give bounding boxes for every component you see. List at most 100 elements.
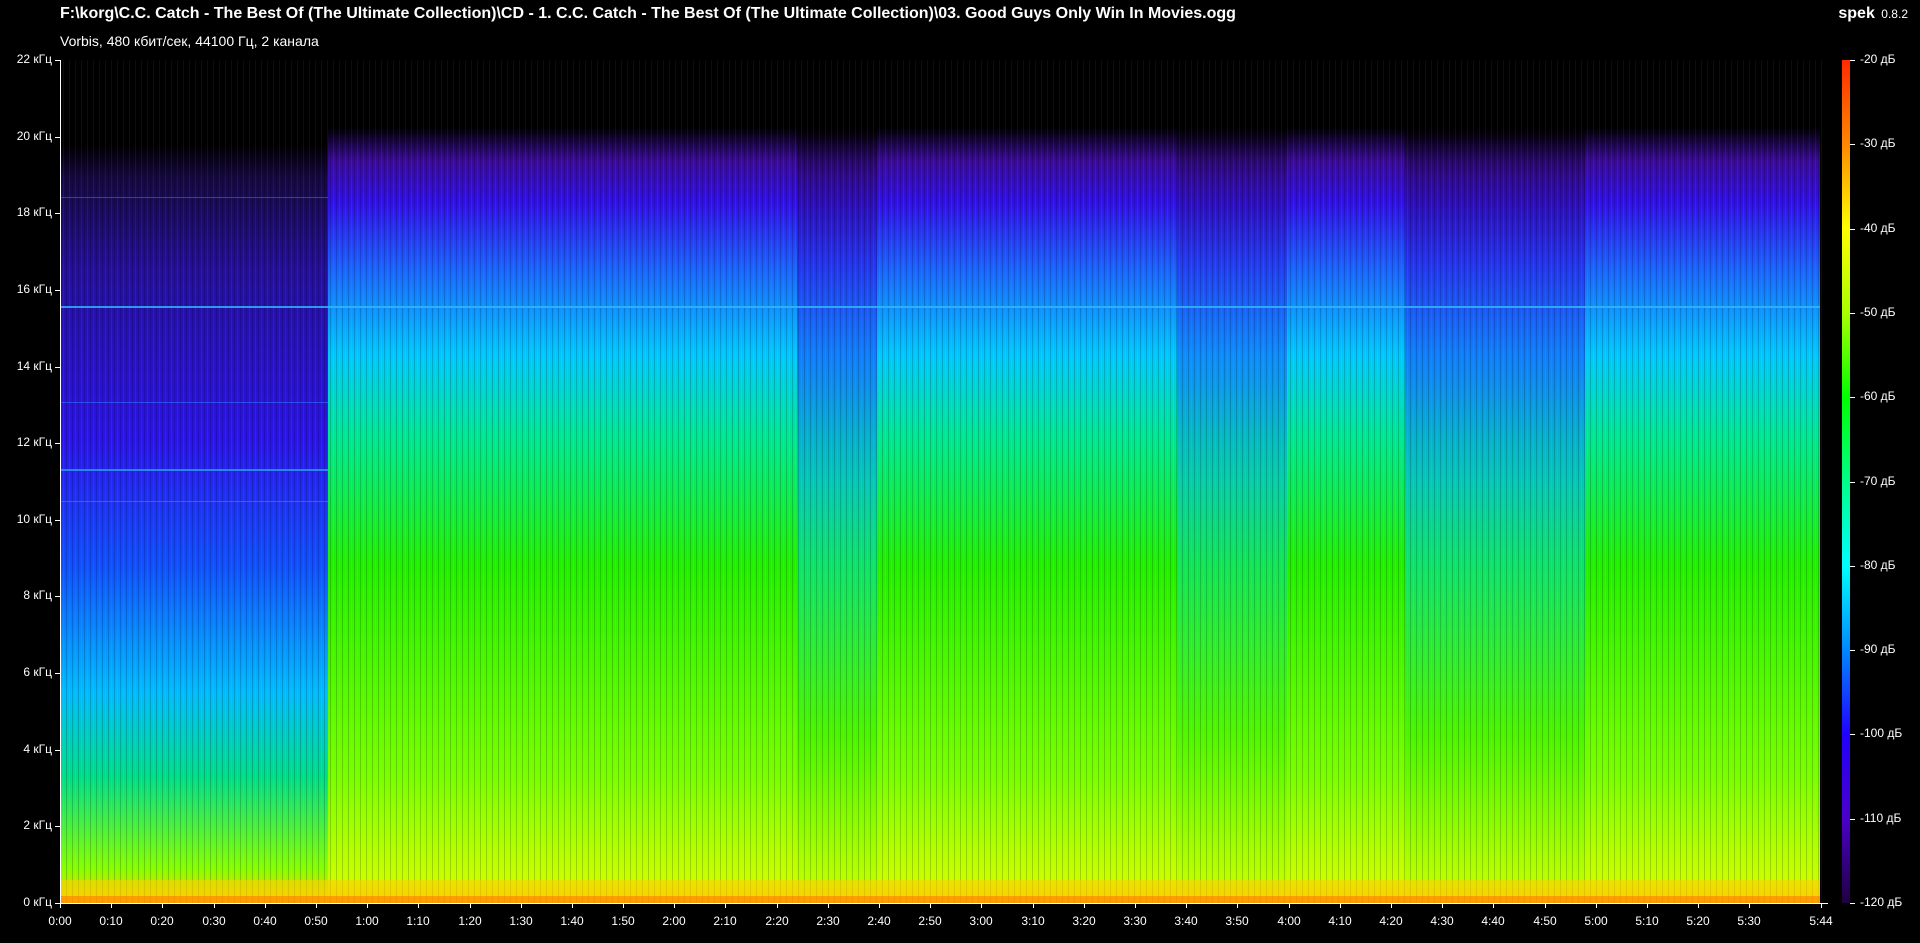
frequency-tick-label: 22 кГц: [16, 52, 52, 66]
frequency-tick-label: 14 кГц: [16, 359, 52, 373]
time-tick-mark: [1186, 903, 1187, 908]
time-tick-mark: [1391, 903, 1392, 908]
db-tick-label: -90 дБ: [1860, 642, 1896, 656]
db-tick-mark: [1850, 144, 1855, 145]
time-tick-mark: [1821, 903, 1822, 908]
frequency-tick-mark: [55, 750, 60, 751]
time-tick-mark: [572, 903, 573, 908]
time-tick-label: 0:40: [253, 914, 277, 928]
time-tick-mark: [1647, 903, 1648, 908]
time-tick-mark: [1698, 903, 1699, 908]
time-tick-label: 1:10: [406, 914, 430, 928]
app-name: spek: [1838, 5, 1875, 22]
db-tick-label: -120 дБ: [1860, 895, 1903, 909]
time-tick-mark: [1135, 903, 1136, 908]
time-tick-mark: [265, 903, 266, 908]
db-colorbar: [1842, 60, 1850, 903]
db-tick-label: -110 дБ: [1860, 811, 1902, 825]
time-tick-mark: [214, 903, 215, 908]
time-tick-mark: [1596, 903, 1597, 908]
frequency-tick-mark: [55, 826, 60, 827]
time-tick-label: 2:30: [816, 914, 840, 928]
time-tick-mark: [623, 903, 624, 908]
app-brand: spek 0.8.2: [1838, 5, 1908, 23]
time-tick-mark: [111, 903, 112, 908]
spectrogram-image: [60, 60, 1827, 903]
time-tick-mark: [981, 903, 982, 908]
time-tick-label: 5:10: [1635, 914, 1659, 928]
time-tick-label: 1:00: [355, 914, 379, 928]
time-tick-mark: [316, 903, 317, 908]
time-tick-mark: [1237, 903, 1238, 908]
time-tick-label: 3:20: [1072, 914, 1096, 928]
time-tick-label: 4:50: [1533, 914, 1557, 928]
db-tick-label: -50 дБ: [1860, 305, 1896, 319]
app-version: 0.8.2: [1881, 7, 1908, 21]
time-tick-label: 2:20: [765, 914, 789, 928]
time-tick-label: 2:00: [662, 914, 686, 928]
time-tick-label: 0:50: [304, 914, 328, 928]
time-tick-label: 0:20: [150, 914, 174, 928]
file-path-title: F:\korg\C.C. Catch - The Best Of (The Ul…: [60, 5, 1236, 22]
db-tick-label: -70 дБ: [1860, 474, 1896, 488]
db-tick-label: -30 дБ: [1860, 136, 1896, 150]
time-tick-label: 1:20: [458, 914, 482, 928]
time-tick-mark: [162, 903, 163, 908]
time-tick-mark: [1084, 903, 1085, 908]
db-tick-mark: [1850, 650, 1855, 651]
time-tick-mark: [418, 903, 419, 908]
spectrogram-plot[interactable]: [60, 60, 1827, 903]
time-tick-label: 3:40: [1174, 914, 1198, 928]
db-tick-mark: [1850, 60, 1855, 61]
time-tick-mark: [930, 903, 931, 908]
time-tick-label: 3:00: [969, 914, 993, 928]
time-tick-label: 4:00: [1277, 914, 1301, 928]
time-tick-label: 0:10: [99, 914, 123, 928]
frequency-tick-mark: [55, 520, 60, 521]
db-tick-label: -100 дБ: [1860, 726, 1903, 740]
db-tick-mark: [1850, 229, 1855, 230]
time-tick-mark: [879, 903, 880, 908]
time-tick-label: 2:50: [918, 914, 942, 928]
time-tick-mark: [470, 903, 471, 908]
time-tick-label: 0:30: [202, 914, 226, 928]
frequency-tick-label: 12 кГц: [16, 435, 52, 449]
time-tick-label: 4:40: [1481, 914, 1505, 928]
frequency-tick-mark: [55, 213, 60, 214]
frequency-tick-mark: [55, 443, 60, 444]
spek-window: F:\korg\C.C. Catch - The Best Of (The Ul…: [0, 0, 1920, 943]
time-tick-label: 5:20: [1686, 914, 1710, 928]
time-tick-label: 1:40: [560, 914, 584, 928]
time-tick-label: 5:44: [1809, 914, 1833, 928]
db-tick-mark: [1850, 903, 1855, 904]
frequency-tick-label: 10 кГц: [16, 512, 52, 526]
db-tick-label: -20 дБ: [1860, 52, 1896, 66]
frequency-tick-mark: [55, 290, 60, 291]
frequency-tick-mark: [55, 60, 60, 61]
frequency-tick-label: 0 кГц: [23, 895, 52, 909]
time-tick-mark: [1545, 903, 1546, 908]
time-tick-mark: [1033, 903, 1034, 908]
time-tick-label: 0:00: [48, 914, 72, 928]
frequency-tick-label: 18 кГц: [16, 205, 52, 219]
time-tick-mark: [60, 903, 61, 908]
frequency-tick-mark: [55, 673, 60, 674]
time-tick-label: 3:30: [1123, 914, 1147, 928]
db-tick-mark: [1850, 566, 1855, 567]
time-tick-label: 3:10: [1021, 914, 1045, 928]
frequency-tick-label: 6 кГц: [23, 665, 52, 679]
time-tick-label: 1:50: [611, 914, 635, 928]
db-tick-label: -80 дБ: [1860, 558, 1896, 572]
time-tick-mark: [521, 903, 522, 908]
db-tick-mark: [1850, 819, 1855, 820]
x-axis-line: [60, 903, 1828, 904]
time-tick-mark: [1493, 903, 1494, 908]
time-tick-mark: [725, 903, 726, 908]
frequency-tick-label: 4 кГц: [23, 742, 52, 756]
db-tick-mark: [1850, 397, 1855, 398]
time-tick-mark: [674, 903, 675, 908]
db-tick-mark: [1850, 482, 1855, 483]
time-tick-mark: [1340, 903, 1341, 908]
db-tick-mark: [1850, 313, 1855, 314]
frequency-tick-label: 8 кГц: [23, 588, 52, 602]
